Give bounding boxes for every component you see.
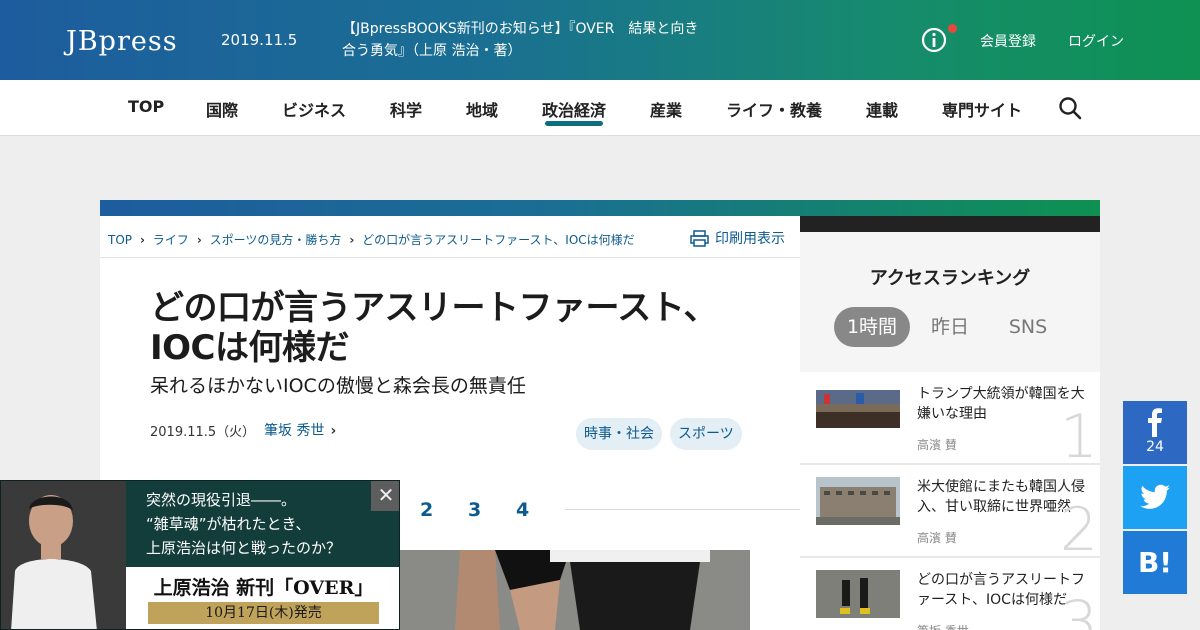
search-icon[interactable] [1058,96,1082,120]
hatena-bookmark-button[interactable]: B! [1123,531,1187,594]
ranking-thumbnail [816,570,900,618]
header-date: 2019.11.5 [221,31,298,49]
facebook-icon [1148,408,1162,437]
author-link[interactable]: 筆坂 秀世 › [264,420,336,440]
site-header: JBpress 2019.11.5 【JBpressBOOKS新刊のお知らせ】『… [0,0,1200,80]
breadcrumb-separator-icon: › [140,233,145,247]
twitter-share-button[interactable] [1123,466,1187,529]
print-view-link[interactable]: 印刷用表示 [690,228,785,248]
close-icon[interactable]: ✕ [371,481,399,511]
ranking-item[interactable]: どの口が言うアスリートファースト、IOCは何様だ 筆坂 秀世 3 [800,558,1100,630]
article-date: 2019.11.5（火） [150,425,256,440]
ranking-list: トランプ大統領が韓国を大嫌いな理由 高濱 賛 1 米大使館にまたも韓国人侵入、甘… [800,372,1100,630]
ad-copy-line-3: 上原浩治は何と戦ったのか？ [146,539,342,557]
page-link-4[interactable]: 4 [516,499,529,521]
ranking-title: アクセスランキング [869,268,1031,289]
nav-item-life-culture[interactable]: ライフ・教養 [726,97,822,121]
ranking-item-author: 高濱 賛 [917,531,957,545]
nav-item-politics-economy[interactable]: 政治経済 [542,97,606,121]
ranking-item-author: 筆坂 秀世 [917,622,969,630]
twitter-icon [1140,484,1170,509]
facebook-share-button[interactable]: 24 [1123,401,1187,464]
info-icon[interactable] [921,27,947,53]
nav-item-science[interactable]: 科学 [390,97,422,121]
chevron-right-icon: › [330,423,337,439]
ranking-item[interactable]: トランプ大統領が韓国を大嫌いな理由 高濱 賛 1 [800,372,1100,465]
nav-item-international[interactable]: 国際 [206,97,238,121]
ranking-item-author: 高濱 賛 [917,438,957,452]
author-name: 筆坂 秀世 [264,423,325,439]
header-notice-link[interactable]: 【JBpressBOOKS新刊のお知らせ】『OVER 結果と向き合う勇気』（上原… [342,18,702,62]
article-photo [400,550,750,630]
site-logo[interactable]: JBpress [60,15,177,67]
ranking-number: 2 [1059,495,1098,558]
ad-release-date: 10月17日(木)発売 [148,602,379,624]
breadcrumb-life[interactable]: ライフ [153,233,189,247]
ad-photo [1,481,126,629]
ranking-tab-1hour[interactable]: 1時間 [834,307,910,347]
breadcrumb: TOP › ライフ › スポーツの見方・勝ち方 › どの口が言うアスリートファースト、… [108,231,639,248]
breadcrumb-current[interactable]: どの口が言うアスリートファースト、IOCは何様だ [362,233,635,247]
ranking-top-bar [800,216,1100,232]
register-link[interactable]: 会員登録 [980,31,1036,51]
breadcrumb-separator-icon: › [196,233,202,247]
nav-item-business[interactable]: ビジネス [282,97,346,121]
ranking-header: アクセスランキング 1時間 昨日 SNS [800,232,1100,372]
nav-active-indicator [545,121,603,126]
ad-book-title: 上原浩治 新刊「OVER」 [153,577,374,599]
ranking-thumbnail [816,477,900,525]
ranking-number: 3 [1059,588,1098,630]
pagination-divider [565,509,800,510]
nav-item-region[interactable]: 地域 [466,97,498,121]
logo-text: JBpress [66,25,178,57]
article-subtitle: 呆れるほかないIOCの傲慢と森会長の無責任 [150,375,526,397]
breadcrumb-divider [100,257,800,258]
article-title: どの口が言うアスリートファースト、IOCは何様だ [150,288,718,368]
breadcrumb-separator-icon: › [349,233,355,247]
content-accent-band [100,200,1100,216]
ad-copy-line-1: 突然の現役引退――。 [146,491,297,509]
main-nav: TOP 国際 ビジネス 科学 地域 政治経済 産業 ライフ・教養 連載 専門サイ… [0,80,1200,136]
ranking-thumbnail [816,390,900,428]
ranking-tab-sns[interactable]: SNS [998,307,1058,347]
print-label: 印刷用表示 [715,231,785,247]
hatena-bookmark-icon: B! [1137,546,1173,579]
ad-book-panel: 上原浩治 新刊「OVER」 10月17日(木)発売 [126,567,399,629]
nav-item-specialty-sites[interactable]: 専門サイト [942,97,1022,121]
page-link-3[interactable]: 3 [468,499,481,521]
ranking-item[interactable]: 米大使館にまたも韓国人侵入、甘い取締に世界唖然 高濱 賛 2 [800,465,1100,558]
printer-icon [690,229,709,247]
login-link[interactable]: ログイン [1068,31,1124,51]
breadcrumb-sports[interactable]: スポーツの見方・勝ち方 [210,233,342,247]
nav-item-industry[interactable]: 産業 [650,97,682,121]
notification-dot [948,24,957,33]
ad-copy-line-2: “雑草魂”が枯れたとき、 [146,515,311,533]
nav-item-top[interactable]: TOP [128,97,164,116]
tag-current-affairs[interactable]: 時事・社会 [576,418,662,450]
page-link-2[interactable]: 2 [420,499,433,521]
ranking-tab-yesterday[interactable]: 昨日 [924,307,976,347]
facebook-share-count: 24 [1146,439,1164,455]
tag-sports[interactable]: スポーツ [670,418,742,450]
book-ad-banner[interactable]: 突然の現役引退――。 “雑草魂”が枯れたとき、 上原浩治は何と戦ったのか？ 上原… [0,480,400,630]
ranking-number: 1 [1059,402,1098,465]
breadcrumb-top[interactable]: TOP [108,233,132,247]
nav-item-series[interactable]: 連載 [866,97,898,121]
